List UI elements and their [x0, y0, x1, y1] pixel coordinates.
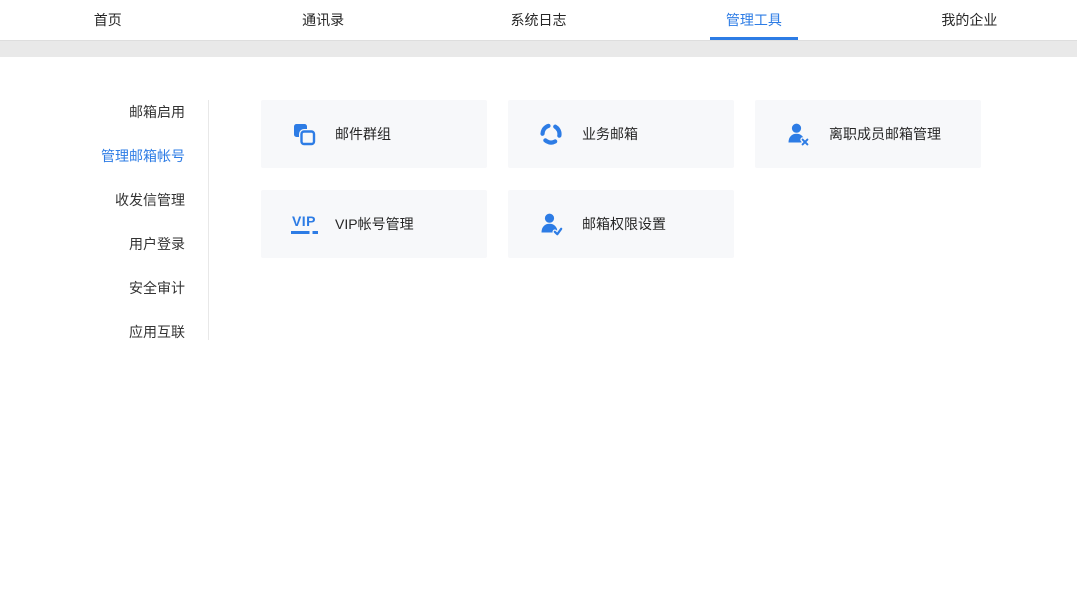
- tab-home[interactable]: 首页: [0, 0, 215, 40]
- top-nav: 首页 通讯录 系统日志 管理工具 我的企业: [0, 0, 1077, 41]
- card-business-mailbox-label: 业务邮箱: [582, 124, 638, 144]
- vip-icon-underline: [291, 231, 318, 234]
- card-departed-member-mailbox-label: 离职成员邮箱管理: [829, 124, 941, 144]
- card-mail-group[interactable]: 邮件群组: [261, 100, 487, 168]
- mailbox-permission-icon: [537, 211, 565, 237]
- header-strip: [0, 41, 1077, 57]
- sidebar-item-manage-mail-accounts[interactable]: 管理邮箱帐号: [0, 134, 209, 178]
- sidebar-item-send-receive-management[interactable]: 收发信管理: [0, 178, 209, 222]
- business-mailbox-icon: [537, 121, 565, 147]
- tab-system-log[interactable]: 系统日志: [431, 0, 646, 40]
- card-departed-member-mailbox[interactable]: 离职成员邮箱管理: [755, 100, 981, 168]
- sidebar-item-mailbox-enable[interactable]: 邮箱启用: [0, 90, 209, 134]
- tool-cards: 邮件群组 业务邮箱 离职成员邮箱管理 VIP VIP帐号管理: [261, 100, 981, 258]
- tab-contacts-label: 通讯录: [302, 10, 344, 30]
- active-tab-underline: [710, 37, 798, 40]
- card-business-mailbox[interactable]: 业务邮箱: [508, 100, 734, 168]
- card-vip-account[interactable]: VIP VIP帐号管理: [261, 190, 487, 258]
- tab-home-label: 首页: [94, 10, 122, 30]
- tab-system-log-label: 系统日志: [511, 10, 567, 30]
- tab-my-enterprise[interactable]: 我的企业: [862, 0, 1077, 40]
- sidebar-item-user-login[interactable]: 用户登录: [0, 222, 209, 266]
- card-mailbox-permission[interactable]: 邮箱权限设置: [508, 190, 734, 258]
- vip-icon-text: VIP: [292, 214, 316, 229]
- departed-member-icon: [784, 121, 812, 147]
- card-mail-group-label: 邮件群组: [335, 124, 391, 144]
- card-vip-account-label: VIP帐号管理: [335, 214, 414, 234]
- tab-admin-tools-label: 管理工具: [726, 10, 782, 30]
- mail-group-icon: [290, 121, 318, 147]
- tab-contacts[interactable]: 通讯录: [215, 0, 430, 40]
- sidebar: 邮箱启用 管理邮箱帐号 收发信管理 用户登录 安全审计 应用互联: [0, 90, 209, 354]
- sidebar-item-security-audit[interactable]: 安全审计: [0, 266, 209, 310]
- tab-my-enterprise-label: 我的企业: [941, 10, 997, 30]
- card-mailbox-permission-label: 邮箱权限设置: [582, 214, 666, 234]
- sidebar-item-app-interconnect[interactable]: 应用互联: [0, 310, 209, 354]
- tab-admin-tools[interactable]: 管理工具: [646, 0, 861, 40]
- sidebar-divider: [208, 100, 209, 340]
- vip-icon: VIP: [290, 214, 318, 234]
